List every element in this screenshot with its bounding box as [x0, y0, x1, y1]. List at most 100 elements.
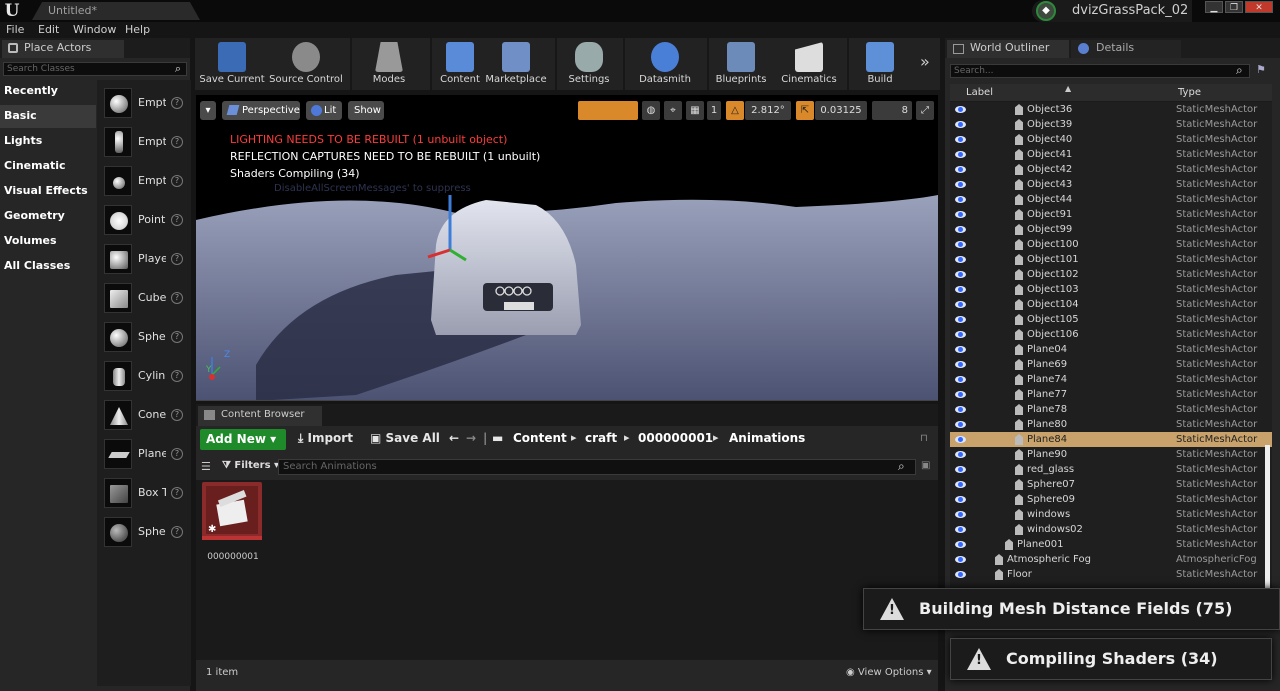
help-icon[interactable]: ? — [171, 97, 183, 109]
world-outliner-tab[interactable]: World Outliner — [947, 40, 1069, 58]
maximize-viewport-icon[interactable]: ⤢ — [916, 101, 934, 120]
help-icon[interactable]: ? — [171, 253, 183, 265]
source-control-button[interactable]: Source Control — [267, 38, 345, 90]
label-column-header[interactable]: Label — [966, 87, 993, 98]
world-space-icon[interactable]: ◍ — [642, 101, 660, 120]
category-visual-effects[interactable]: Visual Effects — [0, 180, 96, 203]
help-icon[interactable]: ? — [171, 214, 183, 226]
help-icon[interactable]: ? — [171, 526, 183, 538]
visibility-eye-icon[interactable] — [955, 571, 966, 578]
visibility-eye-icon[interactable] — [955, 136, 966, 143]
visibility-eye-icon[interactable] — [955, 526, 966, 533]
outliner-row[interactable]: Plane84 StaticMeshActor — [950, 432, 1272, 447]
outliner-row[interactable]: Object43 StaticMeshActor — [950, 177, 1272, 192]
outliner-row[interactable]: Plane77 StaticMeshActor — [950, 387, 1272, 402]
outliner-row[interactable]: Object106 StaticMeshActor — [950, 327, 1272, 342]
outliner-row[interactable]: Object39 StaticMeshActor — [950, 117, 1272, 132]
unreal-logo-icon[interactable]: U — [2, 1, 22, 21]
actor-point-light[interactable]: Point? — [97, 203, 191, 241]
category-lights[interactable]: Lights — [0, 130, 96, 153]
outliner-row[interactable]: Object104 StaticMeshActor — [950, 297, 1272, 312]
visibility-eye-icon[interactable] — [955, 241, 966, 248]
add-new-button[interactable]: Add New ▾ — [200, 429, 286, 450]
build-button[interactable]: Build — [855, 38, 905, 90]
lock-icon[interactable]: ⊓ — [920, 433, 928, 444]
visibility-eye-icon[interactable] — [955, 331, 966, 338]
list-view-icon[interactable]: ☰ — [201, 460, 211, 473]
visibility-eye-icon[interactable] — [955, 346, 966, 353]
category-all-classes[interactable]: All Classes — [0, 255, 96, 278]
outliner-row[interactable]: Object40 StaticMeshActor — [950, 132, 1272, 147]
category-geometry[interactable]: Geometry — [0, 205, 96, 228]
outliner-row[interactable]: Object102 StaticMeshActor — [950, 267, 1272, 282]
help-icon[interactable]: ? — [171, 175, 183, 187]
outliner-row[interactable]: Object91 StaticMeshActor — [950, 207, 1272, 222]
datasmith-button[interactable]: Datasmith — [627, 38, 703, 90]
outliner-row[interactable]: Atmospheric Fog AtmosphericFog — [950, 552, 1272, 567]
category-recently-placed[interactable]: Recently Placed — [0, 80, 96, 119]
actor-empty-character[interactable]: Empt? — [97, 125, 191, 163]
visibility-eye-icon[interactable] — [955, 421, 966, 428]
scale-snap-icon[interactable]: ⇱ — [796, 101, 814, 120]
document-tab[interactable]: Untitled* — [32, 2, 200, 20]
visibility-eye-icon[interactable] — [955, 511, 966, 518]
class-search-input[interactable]: Search Classes — [3, 62, 187, 76]
visibility-eye-icon[interactable] — [955, 496, 966, 503]
visibility-eye-icon[interactable] — [955, 556, 966, 563]
visibility-eye-icon[interactable] — [955, 151, 966, 158]
breadcrumb-craft[interactable]: craft — [585, 431, 617, 445]
lit-button[interactable]: Lit — [306, 101, 342, 120]
outliner-row[interactable]: windows02 StaticMeshActor — [950, 522, 1272, 537]
level-viewport[interactable]: Z Y ▾ Perspective Lit Show ◍ ⌖ ▦ 1 △ 2.8… — [196, 95, 938, 401]
search-icon[interactable]: ⌕ — [1236, 63, 1243, 78]
outliner-row[interactable]: Object99 StaticMeshActor — [950, 222, 1272, 237]
place-actors-tab[interactable]: Place Actors — [2, 40, 124, 58]
breadcrumb-chevron-icon[interactable]: ▸ — [571, 431, 577, 444]
visibility-eye-icon[interactable] — [955, 211, 966, 218]
visibility-eye-icon[interactable] — [955, 196, 966, 203]
outliner-row[interactable]: Plane001 StaticMeshActor — [950, 537, 1272, 552]
save-current-button[interactable]: Save Current — [197, 38, 267, 90]
add-filter-icon[interactable]: ⚑ — [1256, 63, 1266, 76]
visibility-eye-icon[interactable] — [955, 391, 966, 398]
save-all-button[interactable]: ▣ Save All — [370, 431, 440, 445]
show-button[interactable]: Show — [348, 101, 384, 120]
actor-empty-actor[interactable]: Empt? — [97, 86, 191, 124]
asset-search-input[interactable]: Search Animations — [278, 459, 916, 475]
outliner-row[interactable]: Plane80 StaticMeshActor — [950, 417, 1272, 432]
menu-edit[interactable]: Edit — [38, 23, 59, 36]
actor-empty-pawn[interactable]: Empt? — [97, 164, 191, 202]
actor-cube[interactable]: Cube? — [97, 281, 191, 319]
actor-cone[interactable]: Cone? — [97, 398, 191, 436]
content-button[interactable]: Content — [435, 38, 485, 90]
help-icon[interactable]: ? — [171, 292, 183, 304]
search-icon[interactable]: ⌕ — [171, 62, 185, 76]
category-cinematic[interactable]: Cinematic — [0, 155, 96, 178]
outliner-row[interactable]: Floor StaticMeshActor — [950, 567, 1272, 582]
visibility-eye-icon[interactable] — [955, 226, 966, 233]
outliner-row[interactable]: Plane78 StaticMeshActor — [950, 402, 1272, 417]
actor-sphere-trigger[interactable]: Sphe? — [97, 515, 191, 553]
outliner-row[interactable]: Object36 StaticMeshActor — [950, 102, 1272, 117]
breadcrumb-folder[interactable]: 000000001 — [638, 431, 713, 445]
help-icon[interactable]: ? — [171, 331, 183, 343]
toolbar-more-icon[interactable]: » — [920, 50, 938, 74]
view-options-button[interactable]: ◉ View Options ▾ — [846, 667, 932, 678]
close-icon[interactable]: ✕ — [1245, 1, 1273, 13]
visibility-eye-icon[interactable] — [955, 166, 966, 173]
outliner-scrollbar[interactable] — [1265, 445, 1270, 590]
outliner-row[interactable]: Plane69 StaticMeshActor — [950, 357, 1272, 372]
visibility-eye-icon[interactable] — [955, 106, 966, 113]
outliner-row[interactable]: Object42 StaticMeshActor — [950, 162, 1272, 177]
viewport-options-icon[interactable]: ▾ — [200, 101, 216, 120]
outliner-row[interactable]: Object101 StaticMeshActor — [950, 252, 1272, 267]
filters-button[interactable]: ⧩ Filters ▾ — [222, 460, 279, 471]
marketplace-button[interactable]: Marketplace — [485, 38, 547, 90]
grid-snap-icon[interactable]: ▦ — [686, 101, 704, 120]
visibility-eye-icon[interactable] — [955, 181, 966, 188]
breadcrumb-content[interactable]: Content — [513, 431, 567, 445]
visibility-eye-icon[interactable] — [955, 301, 966, 308]
visibility-eye-icon[interactable] — [955, 271, 966, 278]
outliner-row[interactable]: Object103 StaticMeshActor — [950, 282, 1272, 297]
rotate-snap-icon[interactable]: △ — [726, 101, 744, 120]
